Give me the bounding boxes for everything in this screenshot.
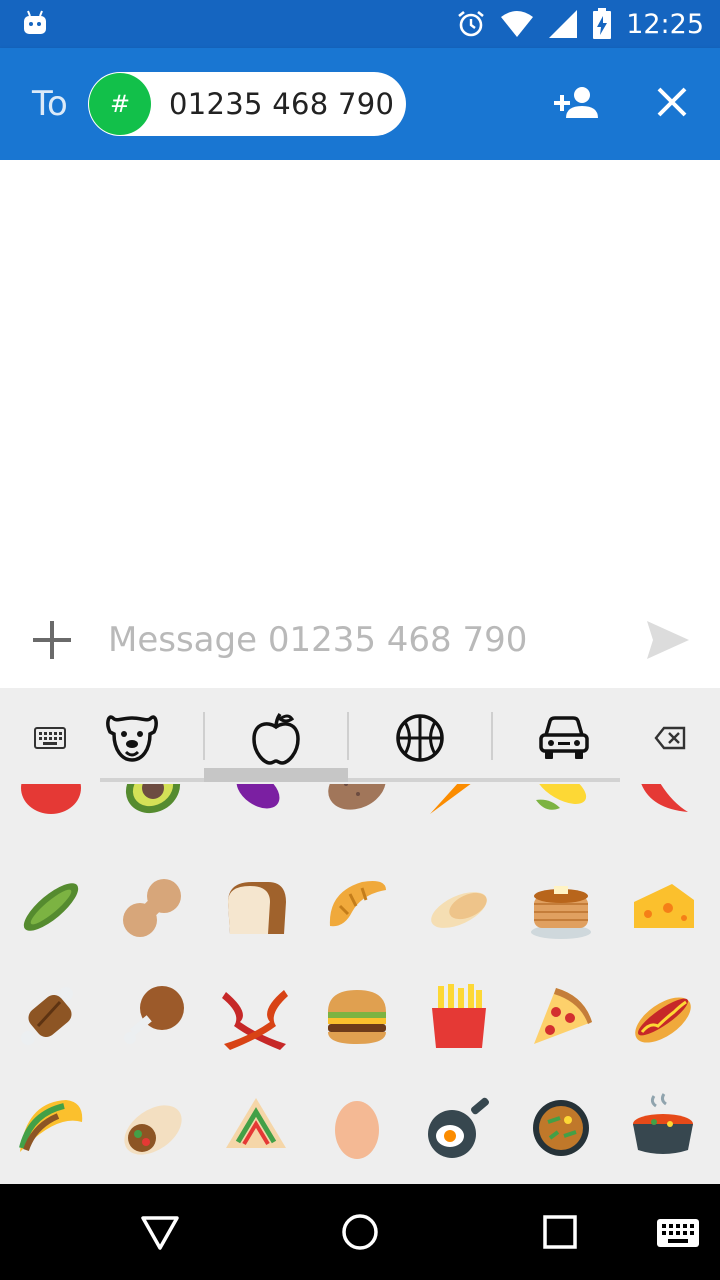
keyboard-icon [34,727,66,749]
cucumber-emoji[interactable] [16,872,86,942]
status-bar: 12:25 [0,0,720,48]
potato-emoji[interactable] [322,784,392,820]
switch-to-keyboard-button[interactable] [34,726,66,754]
carrot-emoji[interactable] [424,784,494,820]
tab-divider [491,712,493,760]
emoji-tab-travel[interactable] [534,710,594,766]
recents-button[interactable] [540,1212,580,1256]
emoji-tab-animals[interactable] [102,710,162,766]
selected-category-indicator [204,768,348,782]
home-circle-icon [342,1214,378,1250]
home-button[interactable] [340,1212,380,1256]
pancakes-emoji[interactable] [526,872,596,942]
avocado-emoji[interactable] [118,784,188,820]
tab-divider [347,712,349,760]
shallow-pan-of-food-emoji[interactable] [526,1092,596,1162]
keyboard-switch-button[interactable] [656,1218,700,1252]
keyboard-icon [657,1219,699,1247]
send-button[interactable] [644,618,692,662]
emoji-tab-activity[interactable] [390,710,450,766]
conversation-area [0,160,720,592]
person-add-icon [554,87,598,118]
close-icon [657,87,687,117]
back-button[interactable] [140,1212,180,1256]
android-notification-icon [22,10,48,40]
recipient-chip[interactable]: # 01235 468 790 [88,72,406,136]
bread-emoji[interactable] [220,872,290,942]
recipient-number: 01235 468 790 [169,87,395,121]
back-triangle-icon [141,1216,179,1250]
pizza-emoji[interactable] [526,982,596,1052]
emoji-grid [0,784,720,1184]
recents-square-icon [543,1215,577,1249]
signal-icon [548,9,578,39]
eggplant-emoji[interactable] [220,784,290,820]
category-track [100,778,620,782]
plus-icon [33,621,71,659]
battery-charging-icon [592,8,612,40]
taco-emoji[interactable] [16,1092,86,1162]
emoji-category-bar [0,688,720,784]
send-icon [647,621,689,659]
burrito-emoji[interactable] [118,1092,188,1162]
app-bar: To # 01235 468 790 [0,48,720,160]
bacon-emoji[interactable] [220,982,290,1052]
peanuts-emoji[interactable] [118,872,188,942]
tomato-emoji[interactable] [16,784,86,820]
hot-dog-emoji[interactable] [628,982,698,1052]
pot-of-food-emoji[interactable] [628,1092,698,1162]
backspace-icon [654,726,686,750]
recipient-avatar: # [89,73,151,135]
tab-divider [203,712,205,760]
car-icon [539,716,589,759]
cooking-emoji[interactable] [424,1092,494,1162]
apple-icon [252,713,300,765]
stuffed-flatbread-emoji[interactable] [220,1092,290,1162]
hamburger-emoji[interactable] [322,982,392,1052]
clock: 12:25 [626,8,704,40]
french-fries-emoji[interactable] [424,982,494,1052]
basketball-icon [396,714,444,762]
baguette-emoji[interactable] [424,872,494,942]
to-label: To [32,84,68,124]
attach-button[interactable] [30,618,74,662]
wifi-icon [500,10,534,38]
dog-face-icon [106,715,158,762]
cheese-emoji[interactable] [628,872,698,942]
close-button[interactable] [650,80,694,124]
hot-pepper-emoji[interactable] [628,784,698,820]
emoji-keyboard [0,688,720,1184]
navigation-bar [0,1184,720,1280]
meat-on-bone-emoji[interactable] [16,982,86,1052]
compose-bar [0,592,720,688]
emoji-tab-food[interactable] [246,710,306,766]
alarm-icon [456,9,486,39]
backspace-button[interactable] [654,726,686,754]
corn-emoji[interactable] [526,784,596,820]
add-contact-button[interactable] [552,84,600,124]
egg-emoji[interactable] [322,1092,392,1162]
poultry-leg-emoji[interactable] [118,982,188,1052]
croissant-emoji[interactable] [322,872,392,942]
message-input[interactable] [108,612,608,668]
